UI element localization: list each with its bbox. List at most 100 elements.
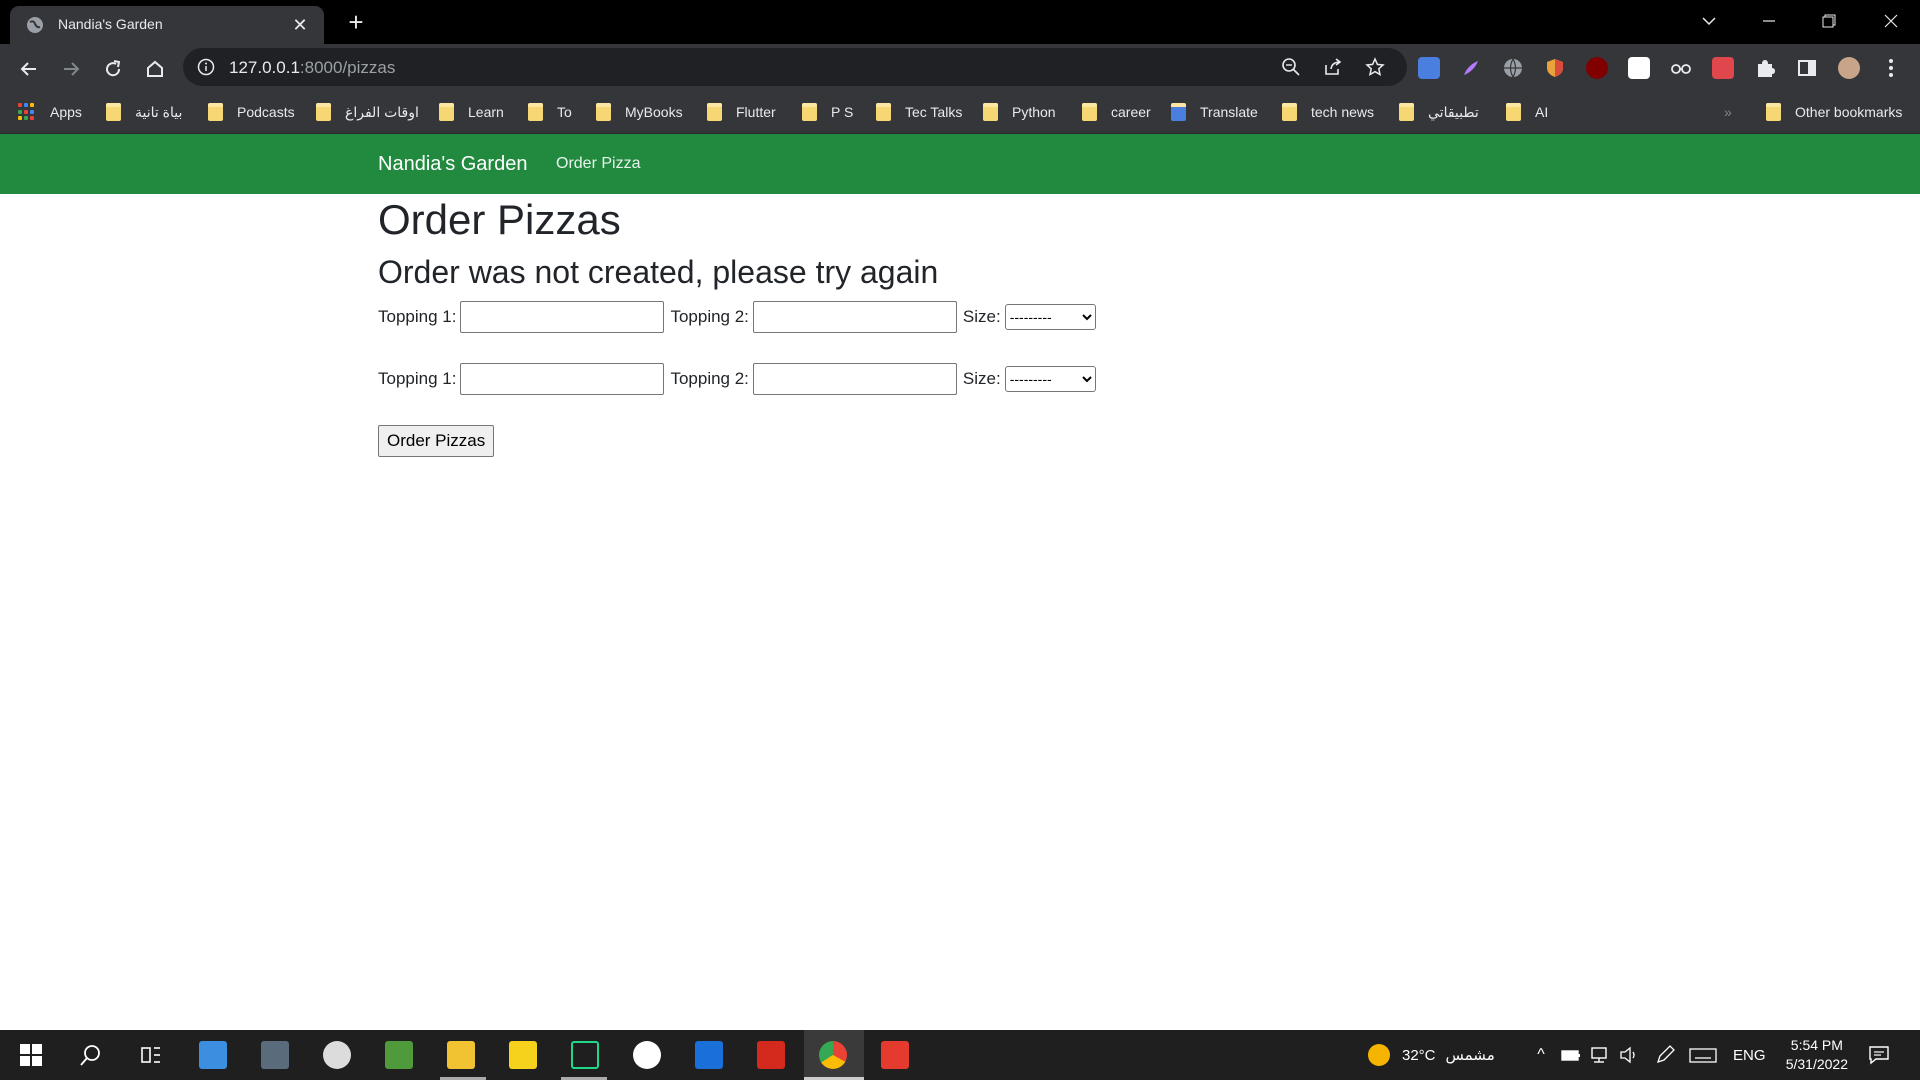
bookmark-folder[interactable]: Flutter <box>707 100 776 124</box>
profile-avatar[interactable] <box>1838 57 1860 79</box>
vpn-globe-extension-icon[interactable] <box>1502 57 1524 79</box>
bookmark-translate[interactable]: Translate <box>1171 100 1258 124</box>
extensions-puzzle-icon[interactable] <box>1754 57 1776 79</box>
windows-start-icon[interactable] <box>16 1040 46 1070</box>
bookmark-folder[interactable]: P S <box>802 100 853 124</box>
windows-taskbar: 32°C مشمس ^ ENG 5:54 PM 5/31/2022 <box>0 1030 1920 1080</box>
bookmark-folder[interactable]: تطبيقاتي <box>1399 100 1479 124</box>
site-brand-link[interactable]: Nandia's Garden <box>378 153 527 176</box>
new-tab-icon[interactable]: + <box>342 8 370 36</box>
weather-widget[interactable]: 32°C مشمس <box>1368 1030 1495 1080</box>
browser-menu-icon[interactable] <box>1880 57 1902 79</box>
weather-text: مشمس <box>1445 1047 1495 1064</box>
word-app-icon[interactable] <box>633 1041 661 1069</box>
back-icon[interactable] <box>14 54 44 84</box>
folder-icon <box>208 103 223 121</box>
pycharm-app-icon[interactable] <box>571 1041 599 1069</box>
bookmark-folder[interactable]: tech news <box>1282 100 1374 124</box>
bookmark-folder[interactable]: career <box>1082 100 1151 124</box>
pen-icon[interactable] <box>1650 1040 1680 1070</box>
folder-icon <box>876 103 891 121</box>
folder-icon <box>528 103 543 121</box>
home-icon[interactable] <box>140 54 170 84</box>
minimize-icon[interactable] <box>1746 6 1792 36</box>
google-translate-extension-icon[interactable] <box>1418 57 1440 79</box>
network-icon[interactable] <box>1584 1040 1614 1070</box>
forward-icon[interactable] <box>56 54 86 84</box>
size-select[interactable]: --------- <box>1004 366 1096 392</box>
task-view-icon[interactable] <box>136 1040 166 1070</box>
size-label: Size: <box>962 369 1001 388</box>
wps-app-icon[interactable] <box>881 1041 909 1069</box>
tab-search-icon[interactable] <box>1686 6 1732 36</box>
bookmark-folder[interactable]: بياة تانية <box>106 100 182 124</box>
folder-icon <box>106 103 121 121</box>
volume-icon[interactable] <box>1614 1040 1644 1070</box>
bookmark-folder[interactable]: اوقات الفراغ <box>316 100 419 124</box>
chevron-up-icon[interactable]: ^ <box>1526 1040 1556 1070</box>
folder-icon <box>983 103 998 121</box>
translate-icon <box>1171 103 1186 121</box>
browser-tab[interactable]: Nandia's Garden ✕ <box>10 6 324 44</box>
close-window-icon[interactable] <box>1868 6 1914 36</box>
folder-icon <box>1506 103 1521 121</box>
close-tab-icon[interactable]: ✕ <box>290 15 310 35</box>
bookmark-other[interactable]: Other bookmarks <box>1766 100 1902 124</box>
address-bar[interactable]: 127.0.0.1:8000/pizzas <box>183 48 1407 86</box>
language-indicator[interactable]: ENG <box>1733 1030 1766 1080</box>
browser-tabstrip: Nandia's Garden ✕ + <box>0 0 1920 44</box>
bookmark-folder[interactable]: MyBooks <box>596 100 683 124</box>
topping1-input[interactable] <box>460 301 665 333</box>
bookmark-folder[interactable]: Python <box>983 100 1056 124</box>
bookmark-folder[interactable]: Podcasts <box>208 100 295 124</box>
image-viewer-app-icon[interactable] <box>385 1041 413 1069</box>
site-navbar: Nandia's Garden Order Pizza <box>0 134 1920 194</box>
bookmark-folder[interactable]: Learn <box>439 100 504 124</box>
folder-icon <box>1766 103 1781 121</box>
file-explorer-app-icon[interactable] <box>447 1041 475 1069</box>
bookmark-folder[interactable]: Tec Talks <box>876 100 962 124</box>
side-panel-icon[interactable] <box>1796 57 1818 79</box>
shield-extension-icon[interactable] <box>1544 57 1566 79</box>
folder-icon <box>1282 103 1297 121</box>
bookmark-apps[interactable]: Apps <box>18 100 82 124</box>
store-app-icon[interactable] <box>199 1041 227 1069</box>
bookmarks-bar: Apps بياة تانية Podcasts اوقات الفراغ Le… <box>0 92 1920 134</box>
video-extension-icon[interactable] <box>1712 57 1734 79</box>
chart-app-icon[interactable] <box>695 1041 723 1069</box>
keyboard-icon[interactable] <box>1688 1040 1718 1070</box>
size-select[interactable]: --------- <box>1004 304 1096 330</box>
topping1-label: Topping 1: <box>378 307 457 326</box>
bookmarks-overflow-icon[interactable]: » <box>1724 100 1732 124</box>
notifications-icon[interactable] <box>1864 1040 1894 1070</box>
search-icon[interactable] <box>76 1040 106 1070</box>
acrobat-app-icon[interactable] <box>757 1041 785 1069</box>
zoom-icon[interactable] <box>1281 57 1303 79</box>
battery-icon[interactable] <box>1556 1040 1586 1070</box>
b-extension-icon[interactable] <box>1628 57 1650 79</box>
topping1-input[interactable] <box>460 363 665 395</box>
taskbar-clock[interactable]: 5:54 PM 5/31/2022 <box>1786 1036 1848 1074</box>
ublock-extension-icon[interactable] <box>1586 57 1608 79</box>
nav-link-order-pizza[interactable]: Order Pizza <box>556 155 640 173</box>
glasses-extension-icon[interactable] <box>1670 57 1692 79</box>
restore-icon[interactable] <box>1806 6 1852 36</box>
bookmark-folder[interactable]: To <box>528 100 572 124</box>
topping2-input[interactable] <box>752 301 957 333</box>
order-pizzas-button[interactable]: Order Pizzas <box>378 425 495 457</box>
reload-icon[interactable] <box>98 54 128 84</box>
feather-extension-icon[interactable] <box>1460 57 1482 79</box>
share-icon[interactable] <box>1323 57 1345 79</box>
topping2-input[interactable] <box>752 363 957 395</box>
topping2-label: Topping 2: <box>670 369 749 388</box>
site-info-icon[interactable] <box>197 58 215 81</box>
media-player-app-icon[interactable] <box>509 1041 537 1069</box>
calculator-app-icon[interactable] <box>261 1041 289 1069</box>
sun-icon <box>1368 1044 1390 1066</box>
clock-app-icon[interactable] <box>323 1041 351 1069</box>
bookmark-star-icon[interactable] <box>1365 57 1387 79</box>
folder-icon <box>707 103 722 121</box>
clock-date: 5/31/2022 <box>1785 1056 1848 1072</box>
bookmark-folder[interactable]: AI <box>1506 100 1548 124</box>
chrome-app-icon[interactable] <box>819 1041 847 1069</box>
